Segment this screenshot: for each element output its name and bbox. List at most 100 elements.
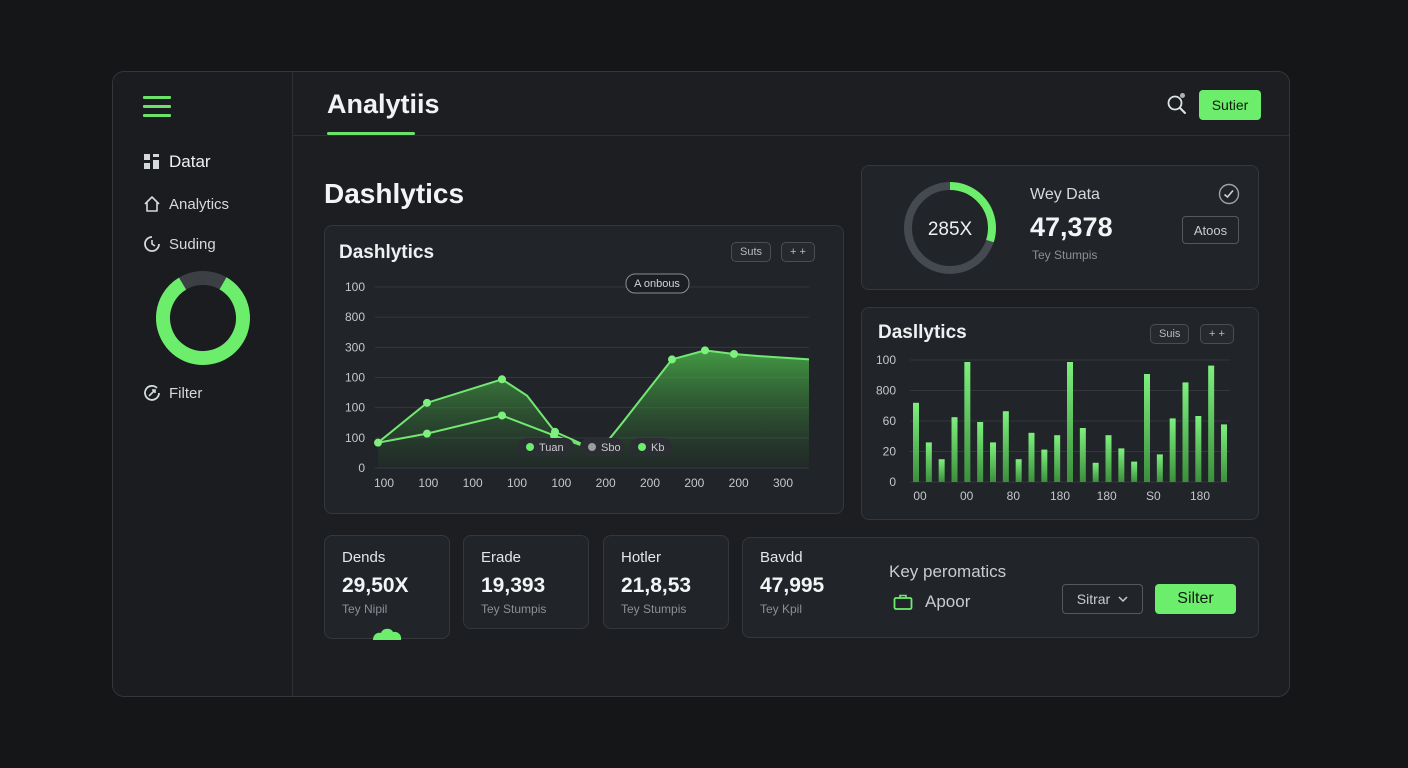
bar — [1208, 365, 1215, 482]
x-tick-label: 200 — [684, 476, 704, 490]
y-tick-label: 100 — [345, 280, 365, 294]
chart-tooltip: A onbous — [625, 273, 690, 294]
summary-title: Wey Data — [1030, 186, 1100, 203]
x-tick-label: 200 — [596, 476, 616, 490]
x-tick-label: 100 — [463, 476, 483, 490]
x-tick-label: 300 — [773, 476, 793, 490]
bar — [913, 402, 919, 482]
home-icon — [144, 196, 160, 212]
x-tick-label: 180 — [1050, 489, 1070, 503]
x-tick-label: 80 — [1007, 489, 1021, 503]
sidebar-item-datar[interactable]: Datar — [143, 152, 211, 172]
sidebar: Datar Analytics Suding Filter — [113, 72, 293, 696]
summary-progress-ring: 285X — [904, 182, 996, 274]
bar-chart: 100 800 60 20 0 00 00 80 180 180 S0 180 — [876, 353, 1230, 503]
chart-legend: Tuan Sbo Kb — [518, 438, 672, 456]
data-point — [423, 398, 431, 407]
stat-value: 19,393 — [481, 574, 546, 597]
active-tab-indicator — [327, 132, 415, 135]
x-tick-label: 00 — [960, 489, 974, 503]
bar — [1156, 454, 1163, 482]
stat-sub: Tey Nipil — [342, 602, 388, 616]
page-heading: Dashlytics — [324, 178, 465, 209]
search-icon[interactable] — [1165, 92, 1189, 116]
data-point — [423, 429, 431, 438]
x-tick-label: S0 — [1146, 489, 1161, 503]
x-tick-label: 200 — [640, 476, 660, 490]
y-tick-label: 800 — [345, 310, 365, 324]
y-tick-label: 800 — [876, 384, 896, 398]
app-title: Analytiis — [327, 89, 440, 119]
stat-value: 29,50X — [342, 574, 409, 597]
key-metrics-item[interactable]: Apoor — [893, 592, 970, 612]
y-tick-label: 100 — [345, 431, 365, 445]
sidebar-item-label: Analytics — [169, 195, 230, 213]
ring-label: 285X — [928, 219, 973, 240]
summary-action-button[interactable]: Atoos — [1182, 216, 1239, 244]
tooltip-label: A onbous — [634, 278, 680, 290]
stat-label: Hotler — [621, 549, 662, 566]
briefcase-icon — [893, 594, 913, 610]
bar — [977, 422, 984, 482]
summary-value: 47,378 — [1030, 212, 1113, 242]
stat-card-dends: Dends 29,50X Tey Nipil — [324, 535, 450, 640]
bar — [1079, 428, 1086, 482]
key-metrics-item-label: Apoor — [925, 592, 971, 611]
data-point — [701, 346, 709, 355]
data-point — [498, 375, 506, 384]
sidebar-item-analytics[interactable]: Analytics — [143, 195, 229, 213]
sidebar-item-suding[interactable]: Suding — [143, 235, 216, 253]
filter-button[interactable]: Silter — [1155, 584, 1236, 614]
bar — [990, 442, 996, 482]
y-tick-label: 300 — [345, 340, 365, 354]
stat-label: Bavdd — [760, 549, 803, 566]
sort-select[interactable]: Sitrar — [1062, 584, 1143, 614]
bar — [1041, 449, 1048, 482]
y-tick-label: 0 — [889, 475, 896, 489]
y-tick-label: 20 — [883, 445, 897, 459]
line-chart: 100 800 300 100 100 100 0 100 100 100 100 100 200 20… — [345, 273, 810, 490]
stat-value: 21,8,53 — [621, 574, 692, 597]
bar — [1221, 424, 1227, 482]
bar — [1195, 416, 1202, 482]
refresh-icon — [144, 236, 160, 252]
stat-label: Erade — [481, 549, 522, 566]
bar — [925, 442, 932, 482]
sidebar-item-filter[interactable]: Filter — [143, 384, 202, 402]
legend-label: Kb — [651, 442, 664, 454]
y-tick-label: 100 — [876, 353, 896, 367]
check-circle-icon[interactable] — [1218, 183, 1240, 205]
app-window: Datar Analytics Suding Filter Analytiis … — [112, 71, 1290, 697]
stat-value: 47,995 — [760, 574, 825, 597]
x-tick-label: 100 — [551, 476, 571, 490]
x-tick-label: 100 — [507, 476, 527, 490]
sidebar-progress-donut — [156, 271, 250, 365]
hamburger-menu-icon[interactable] — [143, 96, 171, 118]
cloud-icon — [373, 628, 402, 640]
data-point — [498, 411, 506, 420]
summary-card: 285X Wey Data 47,378 Tey Stumpis Atoos — [861, 165, 1259, 290]
key-metrics-card: Bavdd 47,995 Tey Kpil Key peromatics Apo… — [742, 537, 1259, 638]
top-action-button[interactable]: Sutier — [1199, 90, 1261, 120]
y-tick-label: 100 — [345, 371, 365, 385]
bar — [1105, 435, 1112, 482]
top-bar: Analytiis Sutier — [293, 72, 1289, 136]
y-tick-label: 0 — [358, 461, 365, 475]
legend-label: Tuan — [539, 442, 564, 454]
chevron-down-icon — [1118, 596, 1128, 603]
x-tick-label: 100 — [418, 476, 438, 490]
sidebar-item-label: Suding — [169, 235, 216, 253]
select-label: Sitrar — [1076, 591, 1111, 607]
sidebar-item-label: Datar — [169, 152, 211, 171]
stat-sub: Tey Stumpis — [481, 602, 547, 616]
bar — [1028, 432, 1035, 482]
y-tick-label: 100 — [345, 401, 365, 415]
stat-card-erade: Erade 19,393 Tey Stumpis — [463, 535, 589, 629]
data-point — [374, 438, 382, 447]
stat-sub: Tey Kpil — [760, 602, 803, 616]
bar — [1015, 459, 1022, 482]
line-chart-card: Dashlytics Suts + + 100 800 300 100 100 100 0 … — [324, 225, 844, 514]
bar — [1131, 461, 1138, 482]
x-tick-label: 200 — [729, 476, 749, 490]
bar — [1169, 418, 1176, 482]
